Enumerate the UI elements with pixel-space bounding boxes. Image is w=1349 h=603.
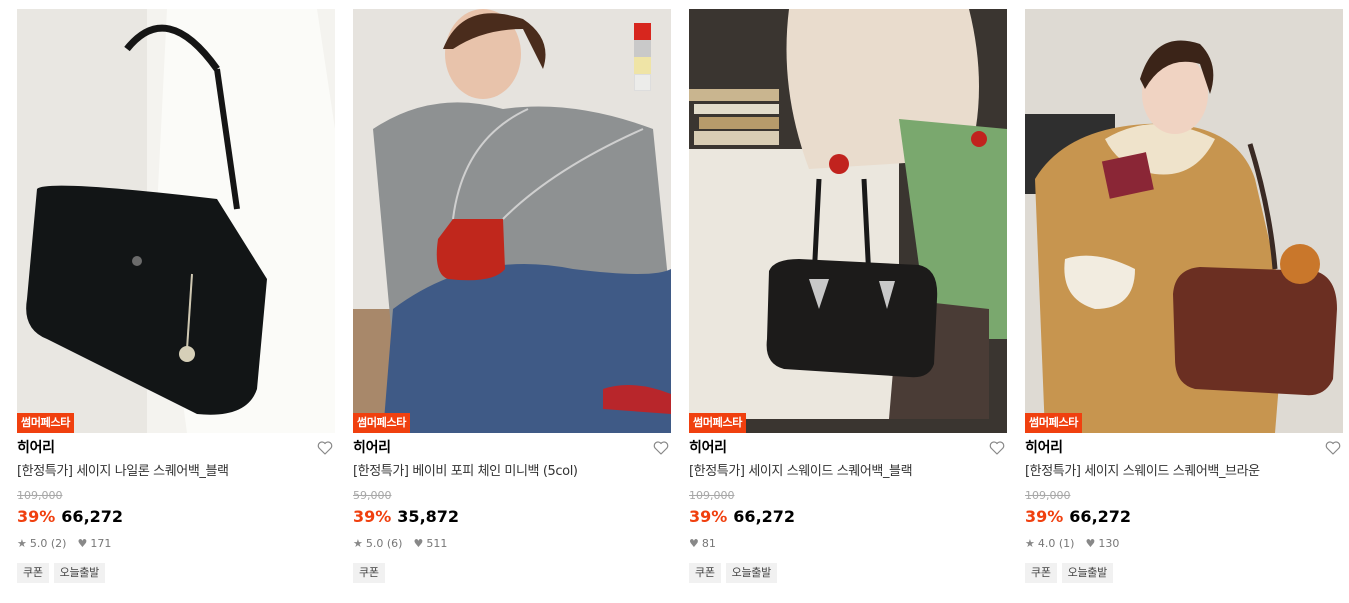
swatch-butter xyxy=(634,57,651,74)
promo-badge: 썸머페스타 xyxy=(689,413,747,433)
rating: 4.0 (1) xyxy=(1037,537,1075,550)
product-title[interactable]: [한정특가] 세이지 스웨이드 스퀘어백_브라운 xyxy=(1025,463,1343,481)
tag: 쿠폰 xyxy=(1025,563,1057,583)
brand-name[interactable]: 히어리 xyxy=(17,435,335,461)
discount-rate: 39% xyxy=(353,507,392,526)
color-swatches xyxy=(634,23,651,91)
sale-price: 35,872 xyxy=(397,507,460,526)
product-image[interactable]: 썸머페스타 xyxy=(689,9,1007,433)
tag-list: 쿠폰 오늘출발 xyxy=(17,563,335,583)
heart-icon[interactable] xyxy=(989,440,1005,456)
product-photo xyxy=(1025,9,1343,433)
heart-icon[interactable] xyxy=(653,440,669,456)
like-count: 81 xyxy=(701,537,716,550)
product-card[interactable]: 썸머페스타 히어리 [한정특가] 세이지 스웨이드 스퀘어백_블랙 109,00… xyxy=(689,9,1007,583)
heart-filled-icon: ♥ xyxy=(689,537,699,550)
tag-list: 쿠폰 오늘출발 xyxy=(689,563,1007,583)
discount-rate: 39% xyxy=(689,507,728,526)
product-photo xyxy=(353,9,671,433)
like-count: 511 xyxy=(426,537,448,550)
rating: 5.0 (2) xyxy=(29,537,67,550)
product-title[interactable]: [한정특가] 베이비 포피 체인 미니백 (5col) xyxy=(353,463,671,481)
swatch-red xyxy=(634,23,651,40)
heart-filled-icon: ♥ xyxy=(1085,537,1096,550)
star-icon: ★ xyxy=(353,537,363,550)
product-image[interactable]: 썸머페스타 xyxy=(353,9,671,433)
original-price: 59,000 xyxy=(353,489,392,502)
tag-list: 쿠폰 xyxy=(353,563,671,583)
heart-icon[interactable] xyxy=(317,440,333,456)
tag-list: 쿠폰 오늘출발 xyxy=(1025,563,1343,583)
product-card[interactable]: 썸머페스타 히어리 [한정특가] 세이지 스웨이드 스퀘어백_브라운 109,0… xyxy=(1025,9,1343,583)
tag: 쿠폰 xyxy=(689,563,721,583)
brand-name[interactable]: 히어리 xyxy=(689,435,1007,461)
product-grid: 썸머페스타 히어리 [한정특가] 세이지 나일론 스퀘어백_블랙 109,000… xyxy=(17,9,1343,583)
heart-filled-icon: ♥ xyxy=(77,537,88,550)
original-price: 109,000 xyxy=(689,489,735,502)
swatch-gray xyxy=(634,40,651,57)
tag: 쿠폰 xyxy=(17,563,49,583)
original-price: 109,000 xyxy=(17,489,63,502)
product-meta: ★ 5.0 (2) ♥ 171 xyxy=(17,537,335,551)
bag-shape xyxy=(1173,267,1337,396)
promo-badge: 썸머페스타 xyxy=(353,413,411,433)
star-icon: ★ xyxy=(1025,537,1035,550)
bag-shape xyxy=(766,259,938,378)
swatch-white xyxy=(634,74,651,91)
sale-price: 66,272 xyxy=(1069,507,1132,526)
tag: 오늘출발 xyxy=(53,563,105,583)
star-icon: ★ xyxy=(17,537,27,550)
like-count: 130 xyxy=(1098,537,1120,550)
sale-price: 66,272 xyxy=(61,507,124,526)
product-card[interactable]: 썸머페스타 히어리 [한정특가] 세이지 나일론 스퀘어백_블랙 109,000… xyxy=(17,9,335,583)
discount-rate: 39% xyxy=(17,507,56,526)
like-count: 171 xyxy=(90,537,112,550)
product-meta: ★ 4.0 (1) ♥ 130 xyxy=(1025,537,1343,551)
tag: 오늘출발 xyxy=(1061,563,1113,583)
tag: 오늘출발 xyxy=(725,563,777,583)
promo-badge: 썸머페스타 xyxy=(1025,413,1083,433)
product-photo xyxy=(689,9,1007,433)
product-photo xyxy=(17,9,335,433)
rating: 5.0 (6) xyxy=(365,537,403,550)
original-price: 109,000 xyxy=(1025,489,1071,502)
product-card[interactable]: 썸머페스타 히어리 [한정특가] 베이비 포피 체인 미니백 (5col) 59… xyxy=(353,9,671,583)
sale-price: 66,272 xyxy=(733,507,796,526)
product-image[interactable]: 썸머페스타 xyxy=(1025,9,1343,433)
heart-filled-icon: ♥ xyxy=(413,537,424,550)
product-image[interactable]: 썸머페스타 xyxy=(17,9,335,433)
product-meta: ♥ 81 xyxy=(689,537,1007,551)
product-title[interactable]: [한정특가] 세이지 나일론 스퀘어백_블랙 xyxy=(17,463,335,481)
brand-name[interactable]: 히어리 xyxy=(353,435,671,461)
bag-shape xyxy=(436,219,505,281)
brand-name[interactable]: 히어리 xyxy=(1025,435,1343,461)
discount-rate: 39% xyxy=(1025,507,1064,526)
product-meta: ★ 5.0 (6) ♥ 511 xyxy=(353,537,671,551)
product-title[interactable]: [한정특가] 세이지 스웨이드 스퀘어백_블랙 xyxy=(689,463,1007,481)
promo-badge: 썸머페스타 xyxy=(17,413,75,433)
heart-icon[interactable] xyxy=(1325,440,1341,456)
tag: 쿠폰 xyxy=(353,563,385,583)
